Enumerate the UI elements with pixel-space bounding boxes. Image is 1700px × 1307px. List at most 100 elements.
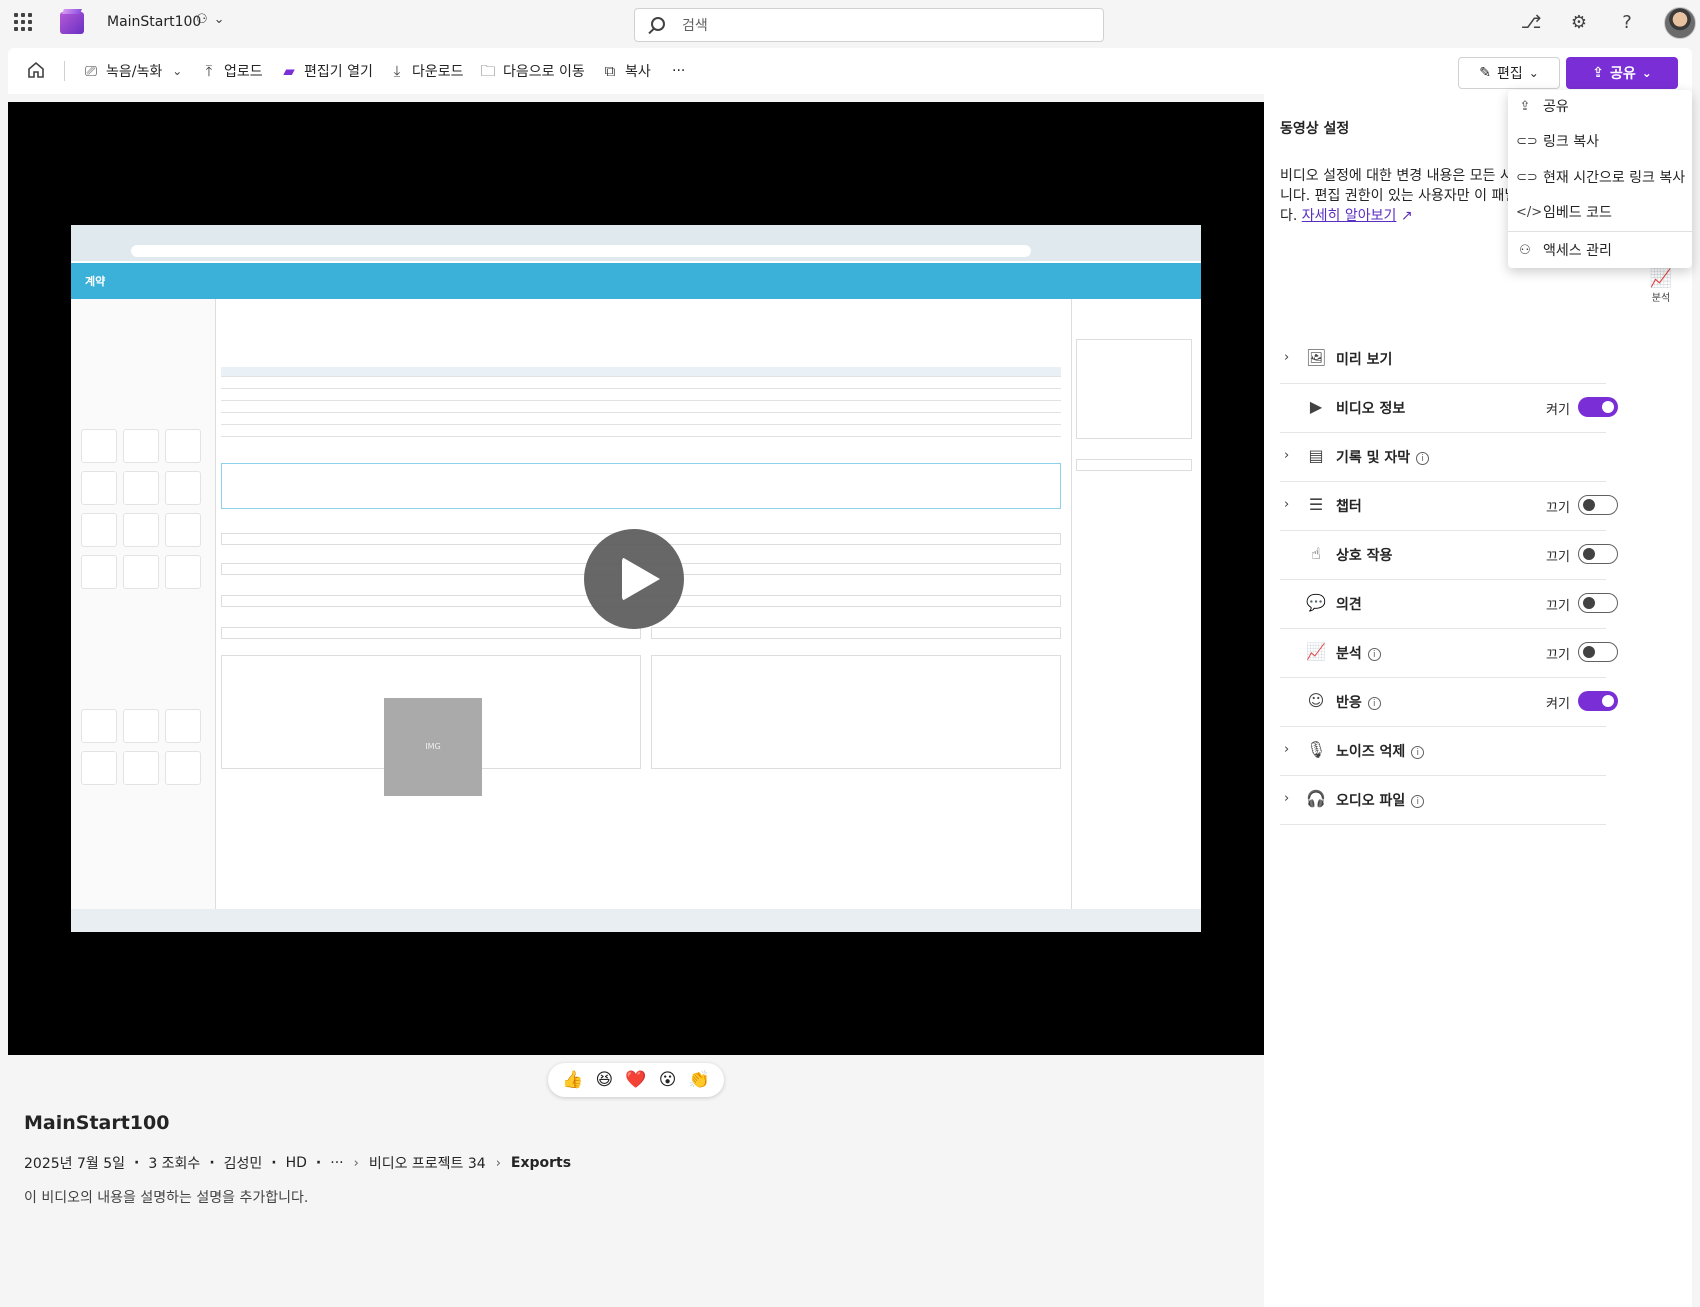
analytics-rail[interactable]: 📈 분석 (1644, 268, 1678, 304)
app-bar: MainStart100 ⚇ ⌄ ⎇ ⚙ ? (0, 0, 1700, 46)
chevron-right-icon[interactable]: › (1284, 448, 1289, 463)
chevron-right-icon[interactable]: › (1284, 350, 1289, 365)
separator-dot: · (133, 1155, 140, 1171)
learn-more-link[interactable]: 자세히 알아보기 (1302, 208, 1397, 224)
copy-icon: ⧉ (604, 62, 616, 80)
share-button[interactable]: ⇪ 공유 ⌄ (1566, 57, 1678, 89)
info-icon[interactable]: i (1367, 648, 1381, 661)
setting-row[interactable]: ▶ 비디오 정보 켜기 (1280, 384, 1618, 433)
setting-row[interactable]: › 🖼 미리 보기 (1280, 335, 1606, 384)
recorded-image-placeholder: IMG (384, 698, 482, 796)
copy-button[interactable]: ⧉ 복사 (601, 60, 651, 82)
toggle-switch[interactable] (1578, 642, 1618, 662)
setting-row[interactable]: 💬 의견 끄기 (1280, 580, 1618, 629)
heart-reaction[interactable]: ❤️ (625, 1070, 646, 1090)
breadcrumb-more[interactable]: ··· (330, 1155, 343, 1171)
analytics-rail-label: 분석 (1651, 293, 1671, 304)
info-icon[interactable]: i (1411, 746, 1425, 759)
info-icon[interactable]: i (1411, 795, 1425, 808)
setting-row[interactable]: › 🎧 오디오 파일 i (1280, 776, 1606, 825)
breadcrumb-current[interactable]: Exports (511, 1155, 571, 1171)
menu-item-share[interactable]: ⇪ 공유 (1508, 90, 1692, 122)
help-icon[interactable]: ? (1616, 12, 1638, 34)
setting-label: 상호 작용 (1336, 545, 1392, 565)
info-icon[interactable]: i (1367, 697, 1381, 710)
open-editor-button[interactable]: ▰ 편집기 열기 (280, 60, 373, 82)
toggle-switch[interactable] (1578, 397, 1618, 417)
search-input[interactable] (682, 15, 1082, 37)
video-player[interactable]: 계약 IMG (8, 102, 1264, 1055)
setting-row[interactable]: › 🎙 노이즈 억제 i (1280, 727, 1606, 776)
folder-move-icon: 🗀 (480, 62, 496, 80)
app-title: MainStart100 (107, 14, 202, 30)
editor-icon: ▰ (283, 62, 295, 80)
app-launcher-icon[interactable] (14, 13, 34, 33)
recorded-tile (165, 513, 201, 547)
recorded-tile (81, 751, 117, 785)
menu-item-embed-code[interactable]: </> 임베드 코드 (1508, 196, 1692, 228)
clap-reaction[interactable]: 👏 (689, 1070, 710, 1090)
toggle-switch[interactable] (1578, 691, 1618, 711)
video-description[interactable]: 이 비디오의 내용을 설명하는 설명을 추가합니다. (24, 1187, 308, 1207)
recorded-taskbar (71, 909, 1201, 932)
share-network-icon[interactable]: ⎇ (1520, 12, 1542, 34)
download-button[interactable]: ⤓ 다운로드 (388, 60, 464, 82)
setting-row[interactable]: ☝ 상호 작용 끄기 (1280, 531, 1618, 580)
video-settings-panel: 동영상 설정 비디오 설정에 대한 변경 내용은 모든 시 니다. 편집 권한이… (1264, 94, 1692, 1307)
info-icon[interactable]: i (1416, 452, 1430, 465)
move-to-button[interactable]: 🗀 다음으로 이동 (479, 60, 584, 82)
chevron-right-icon[interactable]: › (1284, 497, 1289, 512)
people-icon: ⚇ (196, 12, 208, 27)
toggle-switch[interactable] (1578, 495, 1618, 515)
setting-label: 의견 (1336, 594, 1362, 614)
setting-label: 반응 i (1336, 692, 1381, 712)
surprised-reaction[interactable]: 😮 (659, 1070, 677, 1090)
share-label: 공유 (1609, 66, 1636, 82)
record-button[interactable]: ⎚ 녹음/녹화 ⌄ (82, 60, 186, 82)
avatar[interactable] (1664, 7, 1696, 39)
camera-add-icon: ⎚ (84, 62, 97, 80)
gear-icon[interactable]: ⚙ (1568, 12, 1590, 34)
setting-state: 끄기 (1546, 648, 1570, 663)
chevron-right-icon[interactable]: › (1284, 791, 1289, 806)
chevron-right-icon[interactable]: › (1284, 742, 1289, 757)
search-box[interactable] (634, 8, 1104, 42)
title-menu[interactable]: ⚇ ⌄ (196, 12, 225, 27)
menu-item-copy-link[interactable]: ⊂⊃ 링크 복사 (1508, 125, 1692, 157)
laugh-reaction[interactable]: 😆 (595, 1070, 613, 1090)
recorded-table-row (221, 391, 1061, 401)
recorded-table-header (221, 367, 1061, 377)
toggle-switch[interactable] (1578, 544, 1618, 564)
video-meta: 2025년 7월 5일 · 3 조회수 · 김성민 · HD · ··· › 비… (24, 1153, 571, 1173)
menu-item-copy-link-time[interactable]: ⊂⊃ 현재 시간으로 링크 복사 (1508, 161, 1692, 193)
upload-button[interactable]: ⤒ 업로드 (200, 60, 263, 82)
setting-icon: 🎙 (1306, 740, 1327, 759)
play-button[interactable] (584, 529, 684, 629)
setting-row[interactable]: 📈 분석 i 끄기 (1280, 629, 1618, 678)
menu-item-manage-access[interactable]: ⚇ 액세스 관리 (1508, 234, 1692, 266)
thumbs-up-reaction[interactable]: 👍 (562, 1070, 583, 1090)
setting-label-text: 기록 및 자막 (1336, 450, 1411, 466)
breadcrumb-folder[interactable]: 비디오 프로젝트 34 (369, 1153, 486, 1173)
setting-row[interactable]: › ▤ 기록 및 자막 i (1280, 433, 1606, 482)
edit-label: 편집 (1496, 66, 1523, 82)
link-icon: ⊂⊃ (1516, 133, 1538, 149)
toggle-switch[interactable] (1578, 593, 1618, 613)
setting-icon: ☰ (1308, 495, 1324, 514)
recorded-tile (123, 471, 159, 505)
recorded-app-title: 계약 (85, 275, 106, 288)
recorded-field (1076, 459, 1192, 471)
video-author[interactable]: 김성민 (224, 1153, 263, 1173)
setting-row[interactable]: ☺ 반응 i 켜기 (1280, 678, 1618, 727)
link-icon: ⊂⊃ (1516, 169, 1538, 185)
setting-state: 켜기 (1546, 697, 1570, 712)
setting-label-text: 분석 (1336, 646, 1362, 662)
edit-button[interactable]: ✎ 편집 ⌄ (1458, 57, 1560, 89)
setting-icon: ☺ (1307, 691, 1325, 710)
recorded-tile (123, 709, 159, 743)
recorded-field (221, 627, 641, 639)
home-icon[interactable] (26, 60, 46, 80)
chevron-down-icon: ⌄ (213, 12, 225, 27)
setting-row[interactable]: › ☰ 챕터 끄기 (1280, 482, 1618, 531)
more-button[interactable]: ··· (672, 60, 685, 82)
